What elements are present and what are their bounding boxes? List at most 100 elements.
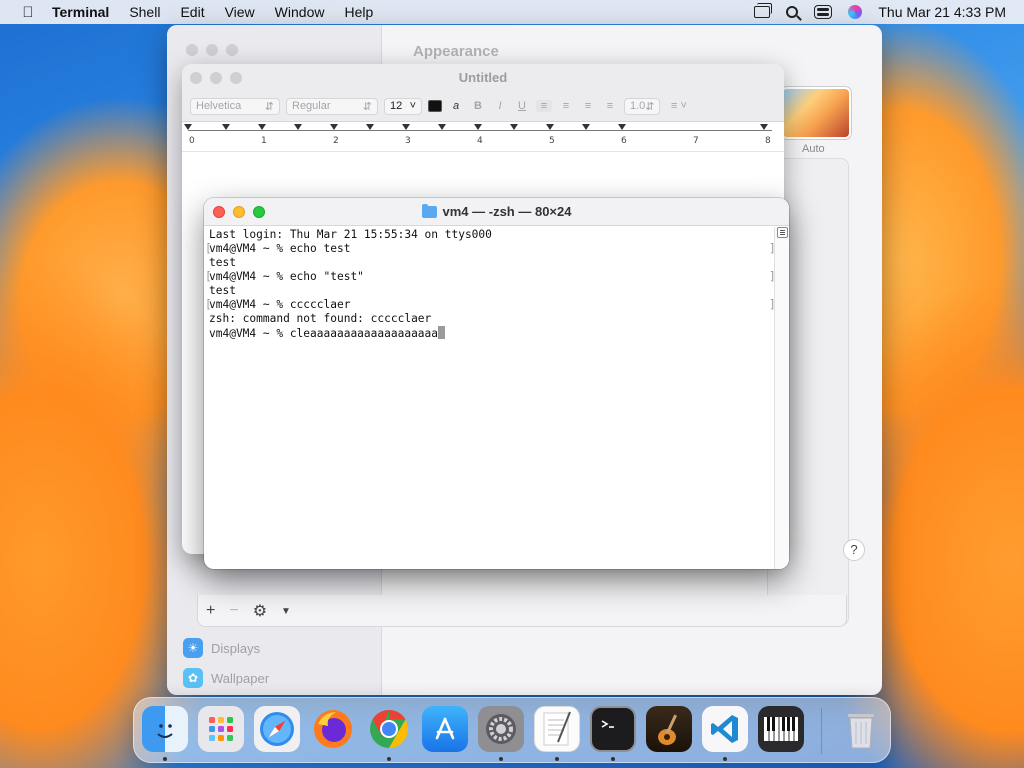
dock-terminal-icon[interactable] bbox=[590, 706, 636, 752]
dock-safari-icon[interactable] bbox=[254, 706, 300, 752]
ruler-tab-stop[interactable] bbox=[366, 124, 374, 130]
menu-window[interactable]: Window bbox=[275, 4, 325, 20]
highlight-color-icon[interactable]: a bbox=[448, 100, 464, 112]
dock-garageband-icon[interactable] bbox=[646, 706, 692, 752]
ruler-tab-stop[interactable] bbox=[294, 124, 302, 130]
ruler-tab-stop[interactable] bbox=[438, 124, 446, 130]
dock-separator bbox=[821, 708, 822, 754]
gear-icon[interactable]: ⚙︎ bbox=[253, 601, 267, 621]
menu-shell[interactable]: Shell bbox=[129, 4, 160, 20]
terminal-scrollbar[interactable] bbox=[774, 227, 789, 569]
ruler-right-margin[interactable] bbox=[760, 124, 768, 130]
add-icon[interactable]: + bbox=[206, 602, 215, 620]
dock-system-settings-icon[interactable] bbox=[478, 706, 524, 752]
ruler-number: 0 bbox=[189, 136, 195, 146]
chevron-updown-icon: ⇵ bbox=[362, 100, 372, 113]
dock-chrome-icon[interactable] bbox=[366, 706, 412, 752]
siri-icon[interactable] bbox=[848, 5, 863, 19]
spotlight-search-icon[interactable] bbox=[786, 6, 799, 18]
align-left-icon[interactable]: ≡ bbox=[536, 100, 552, 112]
terminal-title: vm4 — -zsh — 80×24 bbox=[204, 203, 789, 219]
textedit-page-icon bbox=[543, 711, 571, 746]
terminal-line-text: vm4@VM4 ~ % echo "test" bbox=[209, 270, 364, 283]
dock-app-store-icon[interactable] bbox=[422, 706, 468, 752]
terminal-line: test bbox=[209, 284, 769, 298]
ruler-tab-stop[interactable] bbox=[258, 124, 266, 130]
dock-vscode-icon[interactable] bbox=[702, 706, 748, 752]
dock-running-indicator bbox=[555, 757, 559, 761]
terminal-prompt-icon bbox=[601, 720, 614, 728]
italic-icon[interactable]: I bbox=[492, 100, 508, 112]
menubar-clock[interactable]: Thu Mar 21 4:33 PM bbox=[878, 4, 1006, 20]
appearance-auto-label: Auto bbox=[802, 143, 825, 155]
displays-icon: ☀ bbox=[183, 638, 203, 658]
finder-face-icon bbox=[157, 724, 173, 738]
underline-icon[interactable]: U bbox=[514, 100, 530, 112]
textedit-ruler[interactable]: 0 1 2 3 4 5 6 7 8 bbox=[182, 122, 784, 152]
ruler-tab-stop[interactable] bbox=[474, 124, 482, 130]
ruler-tab-stop[interactable] bbox=[222, 124, 230, 130]
dock-running-indicator bbox=[387, 757, 391, 761]
sidebar-item-wallpaper[interactable]: ✿ Wallpaper bbox=[183, 668, 269, 688]
ruler-number: 3 bbox=[405, 136, 411, 146]
line-mark-left: [ bbox=[205, 270, 212, 283]
align-center-icon[interactable]: ≡ bbox=[558, 100, 574, 112]
ruler-tab-stop[interactable] bbox=[582, 124, 590, 130]
dock-trash-icon[interactable] bbox=[838, 706, 884, 752]
dock-firefox-icon[interactable] bbox=[310, 706, 356, 752]
apple-menu-icon[interactable]:  bbox=[18, 4, 38, 21]
piano-keys-icon bbox=[764, 717, 798, 741]
terminal-line-text: vm4@VM4 ~ % echo test bbox=[209, 242, 351, 255]
settings-zoom-button[interactable] bbox=[226, 44, 238, 56]
settings-page-title: Appearance bbox=[413, 43, 499, 60]
stage-manager-icon[interactable] bbox=[754, 3, 773, 18]
line-spacing-select[interactable]: 1.0 ⇵ bbox=[624, 97, 660, 115]
dock-running-indicator bbox=[163, 757, 167, 761]
ruler-tab-stop[interactable] bbox=[546, 124, 554, 130]
terminal-output[interactable]: Last login: Thu Mar 21 15:55:34 on ttys0… bbox=[204, 227, 776, 569]
terminal-line-text: test bbox=[209, 284, 236, 297]
ruler-tab-stop[interactable] bbox=[510, 124, 518, 130]
remove-icon[interactable]: − bbox=[229, 602, 238, 620]
terminal-line-text: vm4@VM4 ~ % cleaaaaaaaaaaaaaaaaaaa bbox=[209, 327, 439, 340]
folder-icon bbox=[421, 203, 437, 218]
menu-edit[interactable]: Edit bbox=[180, 4, 204, 20]
menu-help[interactable]: Help bbox=[344, 4, 373, 20]
chevron-down-icon[interactable]: ▼ bbox=[281, 606, 291, 617]
terminal-titlebar[interactable]: vm4 — -zsh — 80×24 bbox=[204, 198, 789, 226]
control-center-icon[interactable] bbox=[814, 5, 833, 19]
align-justify-icon[interactable]: ≡ bbox=[602, 100, 618, 112]
menu-view[interactable]: View bbox=[225, 4, 255, 20]
textedit-titlebar: Untitled Helvetica ⇵ Regular ⇵ 12 ˅ a B I U… bbox=[182, 64, 784, 122]
chrome-logo-icon bbox=[370, 709, 409, 749]
ruler-indent-marker[interactable] bbox=[184, 124, 192, 130]
font-style-select[interactable]: Regular ⇵ bbox=[286, 97, 378, 115]
safari-compass-icon bbox=[260, 712, 294, 746]
ruler-tab-stop[interactable] bbox=[330, 124, 338, 130]
bold-icon[interactable]: B bbox=[470, 100, 486, 112]
text-color-swatch[interactable] bbox=[428, 100, 442, 112]
dock-textedit-icon[interactable] bbox=[534, 706, 580, 752]
settings-minimize-button[interactable] bbox=[206, 44, 218, 56]
ruler-tab-stop[interactable] bbox=[402, 124, 410, 130]
textedit-title: Untitled bbox=[458, 70, 508, 85]
font-family-select[interactable]: Helvetica ⇵ bbox=[190, 97, 280, 115]
settings-close-button[interactable] bbox=[186, 44, 198, 56]
marks-list-icon[interactable] bbox=[777, 227, 788, 238]
terminal-window: vm4 — -zsh — 80×24 Last login: Thu Mar 2… bbox=[204, 198, 789, 569]
menu-app-terminal[interactable]: Terminal bbox=[52, 4, 109, 20]
dock-piano-icon[interactable] bbox=[758, 706, 804, 752]
ruler-number: 6 bbox=[621, 136, 627, 146]
chevron-updown-icon: ⇵ bbox=[264, 100, 274, 113]
dock-finder-icon[interactable] bbox=[142, 706, 188, 752]
line-spacing-value: 1.0 bbox=[630, 100, 646, 112]
align-right-icon[interactable]: ≡ bbox=[580, 100, 596, 112]
settings-traffic-lights bbox=[186, 44, 238, 56]
help-button[interactable]: ? bbox=[843, 539, 865, 561]
font-size-select[interactable]: 12 ˅ bbox=[384, 97, 422, 115]
ruler-tab-stop[interactable] bbox=[618, 124, 626, 130]
dock-launchpad-icon[interactable] bbox=[198, 706, 244, 752]
list-bullets-icon[interactable]: ≡ ˅ bbox=[666, 100, 692, 112]
sidebar-item-displays[interactable]: ☀ Displays bbox=[183, 638, 260, 658]
appearance-auto-thumbnail[interactable] bbox=[781, 87, 851, 139]
